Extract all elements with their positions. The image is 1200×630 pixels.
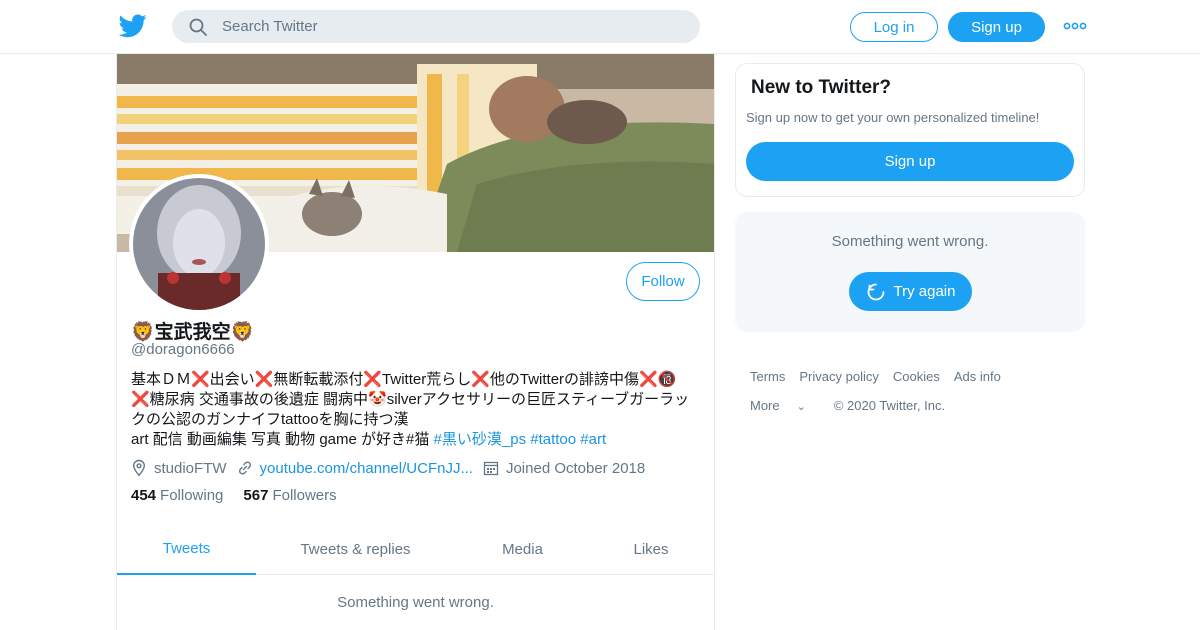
sidebar-error-card: Something went wrong. Try again (735, 212, 1085, 332)
bio-line: 基本ＤＭ❌出会い❌無断転載添付❌Twitter荒らし❌他のTwitterの誹謗中… (131, 371, 677, 388)
profile-joined: Joined October 2018 (483, 460, 645, 477)
twitter-bird-icon[interactable] (119, 13, 147, 39)
footer-copyright: © 2020 Twitter, Inc. (833, 398, 946, 413)
followers-number: 567 (243, 487, 269, 504)
profile-column: Follow 🦁宝武我空🦁 @doragon6666 基本ＤＭ❌出会い❌無断転載… (116, 54, 715, 630)
following-number: 454 (131, 487, 157, 504)
top-navigation-bar: Log in Sign up (0, 0, 1200, 54)
footer-links: Terms Privacy policy Cookies Ads info Mo… (750, 362, 1080, 420)
link-icon (238, 461, 251, 475)
footer-link-ads-info[interactable]: Ads info (954, 369, 1001, 384)
profile-handle[interactable]: @doragon6666 (131, 341, 235, 358)
profile-avatar[interactable] (129, 174, 269, 314)
location-icon (132, 459, 146, 477)
new-to-twitter-card: New to Twitter? Sign up now to get your … (735, 63, 1085, 197)
signup-button-header[interactable]: Sign up (948, 12, 1045, 42)
signup-button-sidebar[interactable]: Sign up (746, 142, 1074, 181)
hashtag-link[interactable]: #tattoo (530, 431, 576, 448)
follow-button[interactable]: Follow (626, 262, 700, 301)
card-title: New to Twitter? (751, 77, 892, 98)
more-dots-icon[interactable] (1063, 18, 1087, 34)
following-label: Following (160, 487, 224, 504)
hashtag-link[interactable]: #art (580, 431, 606, 448)
bio-line: クの公認のガンナイフtattooを胸に持つ漢 (131, 411, 409, 428)
tab-tweets[interactable]: Tweets (117, 523, 256, 575)
tab-likes[interactable]: Likes (619, 523, 683, 575)
profile-location: studioFTW (131, 459, 227, 477)
bio-line: art 配信 動画編集 写真 動物 game が好き#猫 #黒い砂漠_ps #t… (131, 430, 706, 450)
avatar-image (133, 178, 265, 310)
followers-count[interactable]: 567 Followers (243, 487, 336, 504)
profile-bio: 基本ＤＭ❌出会い❌無断転載添付❌Twitter荒らし❌他のTwitterの誹謗中… (131, 370, 706, 450)
tab-media[interactable]: Media (487, 523, 558, 575)
calendar-icon (483, 461, 499, 476)
hashtag-link[interactable]: #黒い砂漠_ps (434, 431, 527, 448)
search-icon (189, 18, 207, 36)
sidebar-error-message: Something went wrong. (831, 233, 989, 250)
chevron-down-icon: ⌄ (796, 401, 806, 413)
location-text: studioFTW (154, 459, 227, 477)
bio-text: art 配信 動画編集 写真 動物 game が好き#猫 (131, 431, 434, 448)
footer-link-cookies[interactable]: Cookies (893, 369, 940, 384)
profile-tabs: Tweets Tweets & replies Media Likes (117, 523, 714, 575)
search-input[interactable] (222, 10, 682, 43)
profile-url-link[interactable]: youtube.com/channel/UCFnJJ... (260, 460, 473, 477)
login-button[interactable]: Log in (850, 12, 938, 42)
timeline-error-message: Something went wrong. (337, 594, 494, 611)
footer-link-privacy[interactable]: Privacy policy (799, 369, 878, 384)
try-again-button[interactable]: Try again (849, 272, 972, 311)
profile-counts: 454 Following 567 Followers (131, 487, 357, 504)
profile-display-name: 🦁宝武我空🦁 (131, 322, 255, 343)
joined-text: Joined October 2018 (505, 459, 646, 477)
following-count[interactable]: 454 Following (131, 487, 223, 504)
tab-tweets-replies[interactable]: Tweets & replies (282, 523, 429, 575)
card-subtitle: Sign up now to get your own personalized… (746, 110, 1040, 125)
footer-link-terms[interactable]: Terms (750, 369, 785, 384)
search-bar[interactable] (172, 10, 700, 43)
bio-line: ❌糖尿病 交通事故の後遺症 闘病中🤡silverアクセサリーの巨匠スティーブガー… (131, 391, 690, 408)
followers-label: Followers (272, 487, 337, 504)
refresh-icon (867, 283, 884, 300)
footer-more-button[interactable]: More ⌄ (750, 398, 820, 413)
profile-url[interactable]: youtube.com/channel/UCFnJJ... (237, 460, 473, 477)
try-again-label: Try again (893, 283, 956, 300)
footer-more-label: More (750, 398, 780, 413)
profile-meta: studioFTW youtube.com/channel/UCFnJJ... … (131, 457, 655, 479)
